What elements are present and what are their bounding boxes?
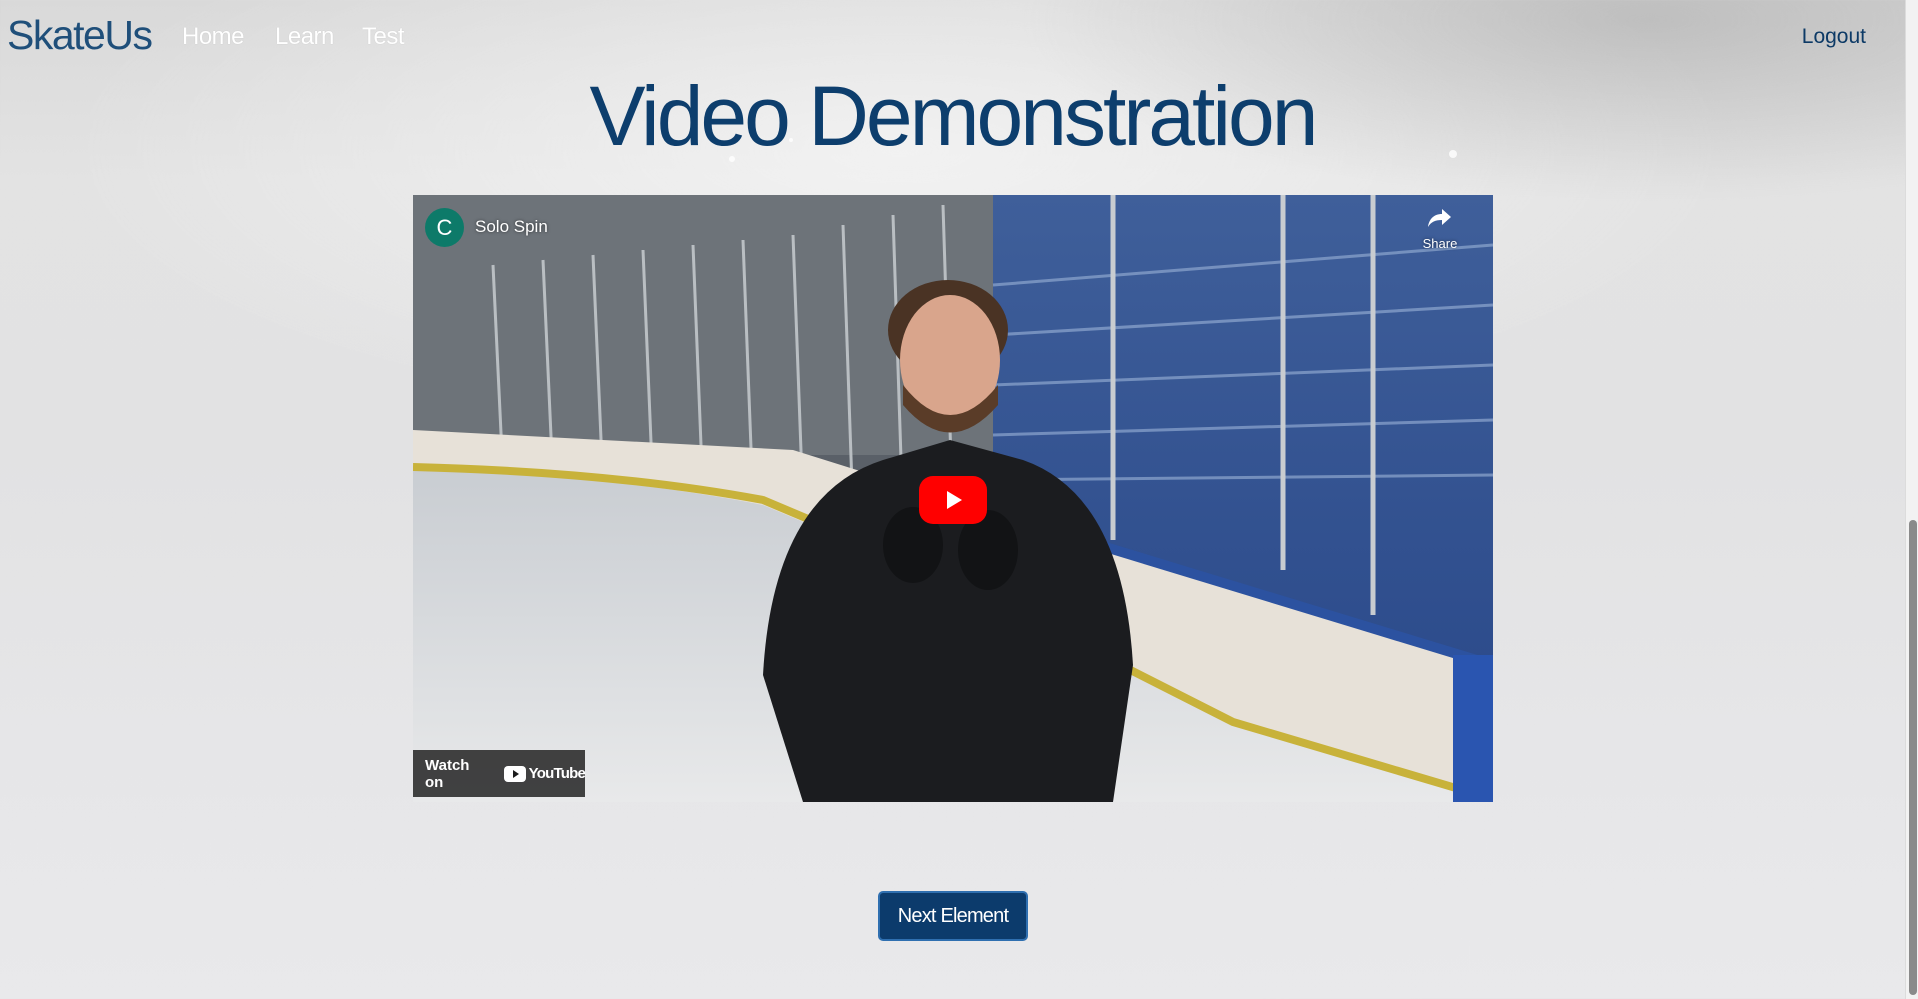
youtube-embed[interactable]: C Solo Spin Share Watch on YouTube bbox=[413, 195, 1493, 802]
next-element-button[interactable]: Next Element bbox=[878, 891, 1028, 941]
brand-logo[interactable]: SkateUs bbox=[7, 12, 153, 59]
page-scrollbar[interactable] bbox=[1905, 0, 1918, 999]
scrollbar-thumb[interactable] bbox=[1909, 520, 1917, 995]
navbar: SkateUs Home Learn Test Logout bbox=[0, 0, 1905, 78]
nav-test-link[interactable]: Test bbox=[362, 23, 405, 51]
channel-avatar[interactable]: C bbox=[425, 208, 464, 247]
watch-on-label: Watch on bbox=[425, 756, 470, 791]
logout-link[interactable]: Logout bbox=[1802, 25, 1866, 49]
video-title[interactable]: Solo Spin bbox=[475, 217, 548, 237]
share-button[interactable]: Share bbox=[1415, 207, 1465, 251]
youtube-logo: YouTube bbox=[503, 765, 586, 782]
play-button[interactable] bbox=[919, 476, 987, 524]
watch-on-youtube-button[interactable]: Watch on YouTube bbox=[413, 750, 586, 797]
nav-home-link[interactable]: Home bbox=[182, 23, 245, 51]
share-icon bbox=[1428, 209, 1451, 227]
play-icon bbox=[947, 491, 962, 509]
youtube-wordmark: YouTube bbox=[528, 765, 586, 782]
page-title: Video Demonstration bbox=[589, 69, 1319, 163]
youtube-icon bbox=[503, 765, 526, 782]
nav-learn-link[interactable]: Learn bbox=[275, 23, 334, 51]
share-label: Share bbox=[1422, 236, 1458, 251]
